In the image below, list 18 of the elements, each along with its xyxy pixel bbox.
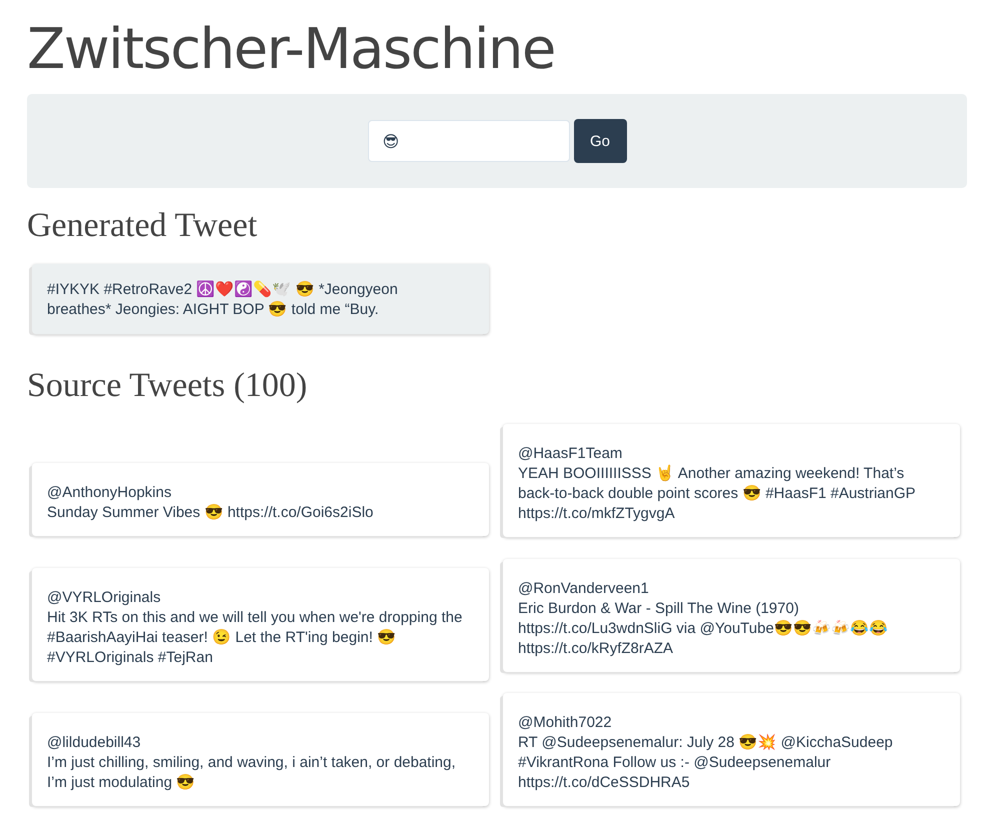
tweet-username: @HaasF1Team [518,444,624,464]
tweet-username: @RonVanderveen1 [518,578,650,598]
tweet-username: @VYRLOriginals [47,588,162,608]
tweet-text: Hit 3K RTs on this and we will tell you when we're dropping the #BaarishAayiHai teaser! 😉 Let the RT'ing begin! 😎 #VYRLOriginals #TejRan [47,608,464,668]
go-button[interactable]: Go [574,119,626,163]
tweet-text: Sunday Summer Vibes 😎 https://t.co/Goi6s2iSlo [47,503,374,523]
tweet-username: @Mohith7022 [518,713,613,733]
tweet-username: @AnthonyHopkins [47,483,172,503]
tweet-text: Eric Burdon & War - Spill The Wine (1970) https://t.co/Lu3wdnSliG via @YouTube😎😎🍻🍻😂😂 https://t.co/kRyfZ8rAZA [518,598,889,658]
section-heading: Source Tweets (100) [27,368,308,404]
search-field[interactable]: 😎 [368,120,570,162]
tweet-text: I’m just chilling, smiling, and waving, i ain’t taken, or debating, I’m just modulating 😎 [47,753,457,793]
page-title: Zwitscher-Maschine [27,16,556,84]
tweet-username: @lildudebill43 [47,733,142,753]
section-heading: Generated Tweet [27,208,258,244]
tweet-text: #IYKYK #RetroRave2 ☮❤☯💊🕊 😎 *Jeongyeon breathes* Jeongies: AIGHT BOP 😎 told me “Buy. [47,280,399,320]
tweet-text: RT @Sudeepsenemalur: July 28 😎💥 @KicchaSudeep #VikrantRona Follow us :- @Sudeepsenemalur https://t.co/dCeSSDHRA5 [518,733,894,793]
tweet-text: YEAH BOOIIIIIISSS 🤘 Another amazing weekend! That’s back-to-back double point scores 😎 #HaasF1 #AustrianGP https://t.co/mkfZTygvgA [518,464,916,524]
